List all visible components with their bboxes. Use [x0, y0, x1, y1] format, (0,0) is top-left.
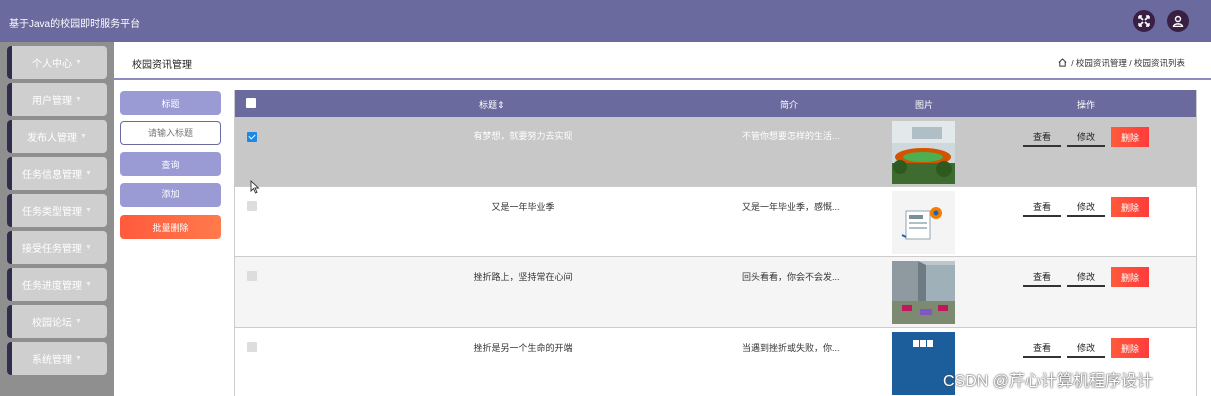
delete-button[interactable]: 删除: [1111, 267, 1149, 287]
sidebar-item-label: 任务进度管理: [22, 281, 83, 292]
news-table: 标题⇕ 简介 图片 操作 有梦想，就要努力去实现 不管你想要怎样的生活... 查…: [234, 90, 1197, 396]
table-row[interactable]: 挫折路上，坚持常在心间 回头看看，你会不会发... 查看 修改 删除: [235, 257, 1196, 328]
table-row[interactable]: 有梦想，就要努力去实现 不管你想要怎样的生活... 查看 修改 删除: [235, 117, 1196, 187]
sidebar-item-label: 接受任务管理: [22, 244, 83, 255]
sidebar-item-users[interactable]: 用户管理 ▼: [7, 83, 107, 116]
watermark: CSDN @芹心计算机程序设计: [943, 373, 1154, 390]
view-button[interactable]: 查看: [1023, 267, 1061, 287]
sidebar-item-label: 任务信息管理: [22, 170, 83, 181]
sidebar-item-label: 用户管理: [32, 96, 73, 107]
batch-delete-button[interactable]: 批量删除: [120, 215, 221, 239]
sidebar-item-task-types[interactable]: 任务类型管理 ▼: [7, 194, 107, 227]
top-bar: 基于Java的校园即时服务平台: [0, 0, 1211, 42]
chevron-down-icon: ▼: [75, 96, 82, 103]
row-checkbox[interactable]: [247, 271, 257, 281]
edit-button[interactable]: 修改: [1067, 127, 1105, 147]
sidebar-item-label: 系统管理: [32, 355, 73, 366]
sidebar-item-label: 个人中心: [32, 59, 73, 70]
row-checkbox[interactable]: [247, 342, 257, 352]
delete-button[interactable]: 删除: [1111, 338, 1149, 358]
row-intro: 当遇到挫折或失败，你...: [742, 343, 840, 353]
chevron-down-icon: ▼: [85, 244, 92, 251]
sidebar: 个人中心 ▼ 用户管理 ▼ 发布人管理 ▼ 任务信息管理 ▼ 任务类型管理 ▼ 接受任务管…: [0, 42, 114, 396]
chevron-down-icon: ▼: [80, 133, 87, 140]
sidebar-item-label: 校园论坛: [32, 318, 73, 329]
title-search-input[interactable]: [120, 121, 221, 145]
chevron-down-icon: ▼: [85, 281, 92, 288]
delete-button[interactable]: 删除: [1111, 127, 1149, 147]
sidebar-item-profile[interactable]: 个人中心 ▼: [7, 46, 107, 79]
row-actions: 查看 修改 删除: [1023, 127, 1149, 147]
row-image: [892, 261, 955, 324]
row-intro: 不管你想要怎样的生活...: [742, 131, 840, 141]
row-intro: 又是一年毕业季，感慨...: [742, 202, 840, 212]
header-intro: 简介: [780, 100, 799, 110]
query-button[interactable]: 查询: [120, 152, 221, 176]
header-title[interactable]: 标题⇕: [479, 98, 505, 111]
sidebar-item-accepted-tasks[interactable]: 接受任务管理 ▼: [7, 231, 107, 264]
view-button[interactable]: 查看: [1023, 338, 1061, 358]
row-title: 又是一年毕业季: [491, 202, 555, 212]
app-title: 基于Java的校园即时服务平台: [9, 19, 141, 30]
table-header: 标题⇕ 简介 图片 操作: [235, 90, 1196, 117]
row-image: [892, 191, 955, 254]
delete-button[interactable]: 删除: [1111, 197, 1149, 217]
chevron-down-icon: ▼: [85, 207, 92, 214]
row-actions: 查看 修改 删除: [1023, 197, 1149, 217]
chevron-down-icon: ▼: [85, 170, 92, 177]
home-icon[interactable]: [1058, 57, 1067, 69]
breadcrumb: / 校园资讯管理 / 校园资讯列表: [1058, 57, 1185, 69]
chevron-down-icon: ▼: [75, 318, 82, 325]
sidebar-item-task-info[interactable]: 任务信息管理 ▼: [7, 157, 107, 190]
edit-button[interactable]: 修改: [1067, 197, 1105, 217]
row-title: 有梦想，就要努力去实现: [473, 131, 573, 141]
title-field-label: 标题: [120, 91, 221, 115]
row-actions: 查看 修改 删除: [1023, 267, 1149, 287]
add-button[interactable]: 添加: [120, 183, 221, 207]
header-image: 图片: [915, 100, 934, 110]
table-row[interactable]: 又是一年毕业季 又是一年毕业季，感慨... 查看 修改 删除: [235, 187, 1196, 257]
breadcrumb-text: / 校园资讯管理 / 校园资讯列表: [1071, 58, 1185, 68]
row-checkbox[interactable]: [247, 201, 257, 211]
select-all-checkbox[interactable]: [246, 98, 256, 108]
sidebar-item-publishers[interactable]: 发布人管理 ▼: [7, 120, 107, 153]
sidebar-item-system[interactable]: 系统管理 ▼: [7, 342, 107, 375]
header-actions: 操作: [1077, 100, 1096, 110]
sidebar-item-label: 任务类型管理: [22, 207, 83, 218]
page-title: 校园资讯管理: [132, 60, 192, 71]
page-header: 校园资讯管理 / 校园资讯管理 / 校园资讯列表: [114, 42, 1211, 80]
sidebar-item-forum[interactable]: 校园论坛 ▼: [7, 305, 107, 338]
row-title: 挫折是另一个生命的开端: [473, 343, 573, 353]
edit-button[interactable]: 修改: [1067, 267, 1105, 287]
fullscreen-icon[interactable]: [1133, 10, 1155, 32]
edit-button[interactable]: 修改: [1067, 338, 1105, 358]
sort-icon: ⇕: [497, 100, 505, 110]
user-icon[interactable]: [1167, 10, 1189, 32]
row-checkbox[interactable]: [247, 132, 257, 142]
view-button[interactable]: 查看: [1023, 197, 1061, 217]
sidebar-item-label: 发布人管理: [27, 133, 78, 144]
sidebar-item-task-progress[interactable]: 任务进度管理 ▼: [7, 268, 107, 301]
row-intro: 回头看看，你会不会发...: [742, 272, 840, 282]
row-image: [892, 121, 955, 184]
view-button[interactable]: 查看: [1023, 127, 1061, 147]
chevron-down-icon: ▼: [75, 59, 82, 66]
header-title-label: 标题: [479, 100, 498, 110]
search-panel: 标题 查询 添加 批量删除: [114, 82, 234, 396]
row-title: 挫折路上，坚持常在心间: [473, 272, 573, 282]
mouse-cursor-icon: [250, 179, 260, 196]
row-actions: 查看 修改 删除: [1023, 338, 1149, 358]
chevron-down-icon: ▼: [75, 355, 82, 362]
